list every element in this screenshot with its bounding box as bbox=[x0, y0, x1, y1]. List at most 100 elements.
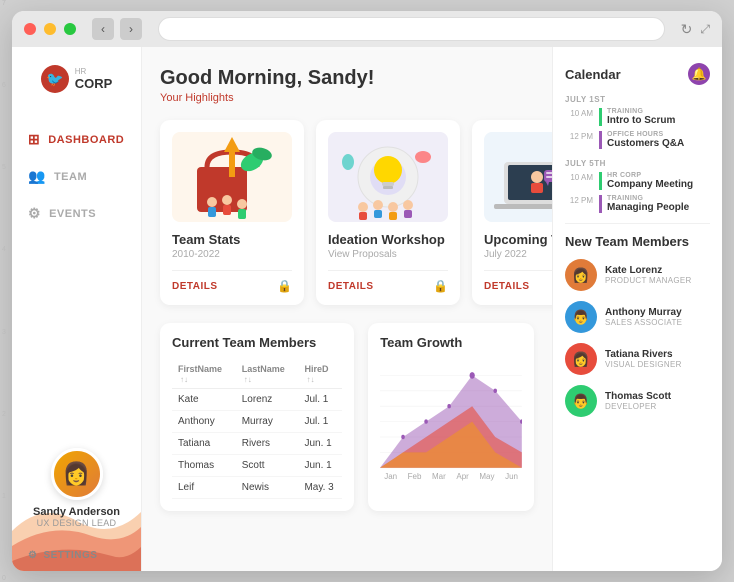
lock-icon-ideation: 🔒 bbox=[433, 279, 448, 293]
member-name-4: Thomas Scott bbox=[605, 391, 671, 402]
member-role-1: PRODUCT MANAGER bbox=[605, 276, 692, 285]
member-avatar-4: 👨 bbox=[565, 385, 597, 417]
cal-category-1-1: TRAINING bbox=[607, 108, 675, 115]
member-item-3: 👩 Tatiana Rivers VISUAL DESIGNER bbox=[565, 343, 710, 375]
titlebar: ‹ › ↻ ⤢ bbox=[12, 11, 722, 47]
cards-row: Team Stats 2010-2022 DETAILS 🔒 bbox=[160, 120, 534, 305]
cal-name-2-1: Company Meeting bbox=[607, 179, 693, 190]
member-item-2: 👨 Anthony Murray SALES ASSOCIATE bbox=[565, 301, 710, 333]
member-avatar-2: 👨 bbox=[565, 301, 597, 333]
app-window: ‹ › ↻ ⤢ 🐦 HR CORP ⊞ DASHBOARD 👥 TEAM bbox=[12, 11, 722, 571]
forward-button[interactable]: › bbox=[120, 18, 142, 40]
avatar: 👩 bbox=[51, 448, 103, 500]
bottom-row: Current Team Members FirstName ↑↓ LastNa… bbox=[160, 323, 534, 511]
sidebar-label-team: TEAM bbox=[54, 171, 87, 183]
card-ideation: Ideation Workshop View Proposals DETAILS… bbox=[316, 120, 460, 305]
cal-name-1-2: Customers Q&A bbox=[607, 138, 684, 149]
table-row: TatianaRiversJun. 1 bbox=[172, 433, 342, 455]
card-image-training: ★ ★ bbox=[484, 132, 552, 222]
table-cell: Scott bbox=[236, 455, 299, 477]
cal-category-2-1: HR CORP bbox=[607, 172, 693, 179]
details-link-training[interactable]: DETAILS bbox=[484, 281, 530, 292]
table-cell: Newis bbox=[236, 477, 299, 499]
card-sub-ideation: View Proposals bbox=[328, 249, 448, 260]
expand-button[interactable]: ⤢ bbox=[700, 22, 710, 37]
cal-time-2-1: 10 AM bbox=[565, 172, 593, 190]
table-cell: Rivers bbox=[236, 433, 299, 455]
table-cell: Leif bbox=[172, 477, 236, 499]
events-icon: ⚙ bbox=[28, 205, 41, 222]
table-row: KateLorenzJul. 1 bbox=[172, 389, 342, 411]
member-role-2: SALES ASSOCIATE bbox=[605, 318, 682, 327]
sidebar-item-events[interactable]: ⚙ EVENTS bbox=[12, 195, 141, 232]
sort-icon-firstname[interactable]: ↑↓ bbox=[180, 375, 188, 384]
table-cell: Jul. 1 bbox=[298, 411, 342, 433]
profile-role: UX DESIGN LEAD bbox=[37, 518, 117, 528]
card-title-training: Upcoming Training bbox=[484, 232, 552, 247]
table-cell: Tatiana bbox=[172, 433, 236, 455]
cal-name-1-1: Intro to Scrum bbox=[607, 115, 675, 126]
cal-detail-1-2: OFFICE HOURS Customers Q&A bbox=[599, 131, 684, 149]
divider bbox=[565, 223, 710, 224]
cal-category-1-2: OFFICE HOURS bbox=[607, 131, 684, 138]
lock-icon-team-stats: 🔒 bbox=[277, 279, 292, 293]
greeting-title: Good Morning, Sandy! bbox=[160, 67, 534, 90]
member-name-2: Anthony Murray bbox=[605, 307, 682, 318]
sidebar-item-dashboard[interactable]: ⊞ DASHBOARD bbox=[12, 121, 141, 158]
calendar-title: Calendar bbox=[565, 67, 621, 82]
card-team-stats: Team Stats 2010-2022 DETAILS 🔒 bbox=[160, 120, 304, 305]
table-row: AnthonyMurrayJul. 1 bbox=[172, 411, 342, 433]
member-avatar-1: 👩 bbox=[565, 259, 597, 291]
logo-name: CORP bbox=[75, 76, 113, 91]
cal-time-1-2: 12 PM bbox=[565, 131, 593, 149]
cal-category-2-2: TRAINING bbox=[607, 195, 689, 202]
logo-icon: 🐦 bbox=[41, 65, 69, 93]
member-info-1: Kate Lorenz PRODUCT MANAGER bbox=[605, 265, 692, 285]
minimize-dot[interactable] bbox=[44, 23, 56, 35]
member-item-4: 👨 Thomas Scott DEVELOPER bbox=[565, 385, 710, 417]
back-button[interactable]: ‹ bbox=[92, 18, 114, 40]
logo: 🐦 HR CORP bbox=[41, 65, 113, 93]
member-info-3: Tatiana Rivers VISUAL DESIGNER bbox=[605, 349, 682, 369]
col-header-hired: HireD ↑↓ bbox=[298, 360, 342, 389]
member-avatar-3: 👩 bbox=[565, 343, 597, 375]
calendar-date-1: JULY 1ST 10 AM TRAINING Intro to Scrum 1… bbox=[565, 95, 710, 149]
details-link-team-stats[interactable]: DETAILS bbox=[172, 281, 218, 292]
settings-item[interactable]: ⚙ SETTINGS bbox=[12, 540, 141, 571]
sort-icon-lastname[interactable]: ↑↓ bbox=[244, 375, 252, 384]
address-bar[interactable] bbox=[158, 17, 665, 41]
team-icon: 👥 bbox=[28, 168, 46, 185]
member-role-4: DEVELOPER bbox=[605, 402, 671, 411]
table-cell: Jun. 1 bbox=[298, 455, 342, 477]
table-cell: Jun. 1 bbox=[298, 433, 342, 455]
card-footer-team-stats: DETAILS 🔒 bbox=[172, 270, 292, 293]
cal-event-1-2: 12 PM OFFICE HOURS Customers Q&A bbox=[565, 131, 710, 149]
member-role-3: VISUAL DESIGNER bbox=[605, 360, 682, 369]
cal-date-label-2: JULY 5TH bbox=[565, 159, 710, 168]
close-dot[interactable] bbox=[24, 23, 36, 35]
sidebar-item-team[interactable]: 👥 TEAM bbox=[12, 158, 141, 195]
card-training: ★ ★ Upcoming Training July 2022 DETAILS … bbox=[472, 120, 552, 305]
table-cell: Jul. 1 bbox=[298, 389, 342, 411]
calendar-date-2: JULY 5TH 10 AM HR CORP Company Meeting 1… bbox=[565, 159, 710, 213]
cal-detail-2-1: HR CORP Company Meeting bbox=[599, 172, 693, 190]
cal-name-2-2: Managing People bbox=[607, 202, 689, 213]
sidebar-profile: 👩 Sandy Anderson UX DESIGN LEAD bbox=[33, 436, 120, 540]
table-cell: Thomas bbox=[172, 455, 236, 477]
chart-x-labels: JanFebMarAprMayJun bbox=[380, 472, 522, 481]
card-sub-team-stats: 2010-2022 bbox=[172, 249, 292, 260]
maximize-dot[interactable] bbox=[64, 23, 76, 35]
member-info-2: Anthony Murray SALES ASSOCIATE bbox=[605, 307, 682, 327]
calendar-section-title: Calendar 🔔 bbox=[565, 63, 710, 85]
sort-icon-hired[interactable]: ↑↓ bbox=[306, 375, 314, 384]
table-row: ThomasScottJun. 1 bbox=[172, 455, 342, 477]
details-link-ideation[interactable]: DETAILS bbox=[328, 281, 374, 292]
chart-area bbox=[380, 360, 522, 470]
sidebar-label-dashboard: DASHBOARD bbox=[48, 134, 124, 146]
cal-date-label-1: JULY 1ST bbox=[565, 95, 710, 104]
card-image-ideation bbox=[328, 132, 448, 222]
notification-badge[interactable]: 🔔 bbox=[688, 63, 710, 85]
team-members-table: FirstName ↑↓ LastName ↑↓ HireD ↑↓ bbox=[172, 360, 342, 499]
member-name-1: Kate Lorenz bbox=[605, 265, 692, 276]
refresh-button[interactable]: ↻ bbox=[681, 21, 693, 38]
